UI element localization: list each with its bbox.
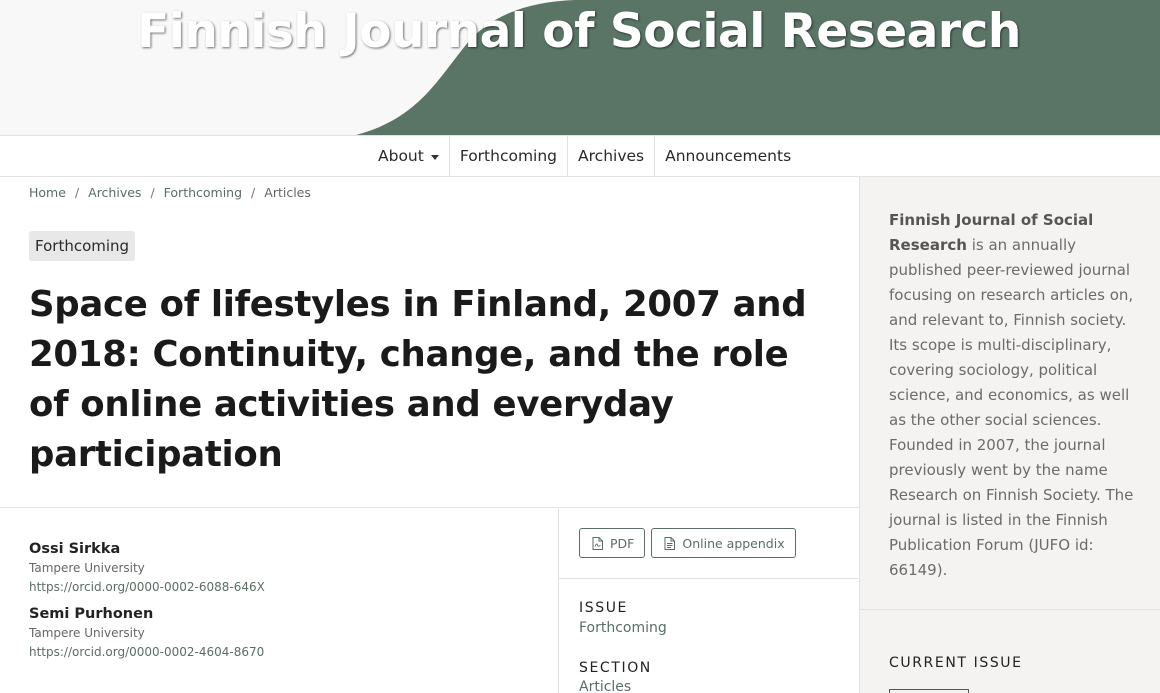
author-list: Ossi Sirkka Tampere University https://o…	[29, 540, 549, 670]
journal-description: Finnish Journal of Social Research is an…	[889, 208, 1139, 583]
issue-label: ISSUE	[579, 600, 628, 616]
nav-item-announcements[interactable]: Announcements	[655, 136, 801, 176]
previous-name-text: Research on Finnish Society	[889, 486, 1096, 504]
author-name: Ossi Sirkka	[29, 541, 121, 557]
breadcrumb-separator: /	[251, 185, 256, 200]
journal-description-text: is an annually published peer-reviewed j…	[889, 236, 1134, 479]
section-value: Articles	[579, 679, 632, 693]
section-label: SECTION	[579, 660, 652, 676]
pdf-galley-button[interactable]: PDF	[579, 528, 646, 558]
author-item: Semi Purhonen Tampere University https:/…	[29, 605, 549, 661]
document-icon	[664, 536, 676, 550]
breadcrumb-forthcoming[interactable]: Forthcoming	[164, 185, 242, 200]
status-badge: Forthcoming	[29, 231, 136, 261]
nav-item-label: Forthcoming	[459, 147, 558, 165]
divider	[559, 578, 859, 579]
online-appendix-galley-button[interactable]: Online appendix	[651, 528, 796, 558]
breadcrumb-separator: /	[150, 185, 155, 200]
breadcrumb-home[interactable]: Home	[29, 185, 66, 200]
nav-item-label: Archives	[578, 147, 645, 165]
nav-item-about[interactable]: About	[368, 136, 450, 176]
current-issue-heading: CURRENT ISSUE	[889, 655, 1023, 671]
current-issue-cover[interactable]	[889, 689, 969, 693]
author-affiliation: Tampere University	[29, 626, 145, 640]
galley-label: PDF	[610, 535, 635, 551]
breadcrumb-current: Articles	[264, 185, 311, 200]
nav-item-forthcoming[interactable]: Forthcoming	[450, 136, 569, 176]
divider	[0, 507, 859, 508]
issue-link[interactable]: Forthcoming	[579, 620, 667, 636]
caret-down-icon	[430, 154, 439, 160]
author-orcid-link[interactable]: https://orcid.org/0000-0002-4604-8670	[29, 643, 549, 661]
nav-item-archives[interactable]: Archives	[568, 136, 656, 176]
nav-item-label: Announcements	[665, 147, 792, 165]
site-header: Finnish Journal of Social Research	[0, 0, 1160, 135]
breadcrumb-separator: /	[74, 185, 80, 200]
main-content: Home / Archives / Forthcoming / Articles…	[0, 177, 859, 693]
galley-label: Online appendix	[682, 535, 785, 551]
breadcrumb-archives[interactable]: Archives	[88, 185, 141, 200]
pdf-file-icon	[592, 536, 603, 550]
author-name: Semi Purhonen	[29, 606, 154, 622]
breadcrumb: Home / Archives / Forthcoming / Articles	[29, 185, 311, 200]
author-affiliation: Tampere University	[29, 561, 145, 575]
galley-links: PDF Online appendix	[579, 528, 796, 558]
author-orcid-link[interactable]: https://orcid.org/0000-0002-6088-646X	[29, 578, 549, 596]
site-title[interactable]: Finnish Journal of Social Research	[0, 4, 1160, 59]
primary-nav: About Forthcoming Archives Announcements	[0, 135, 1160, 177]
article-title: Space of lifestyles in Finland, 2007 and…	[29, 284, 807, 475]
sidebar: Finnish Journal of Social Research is an…	[859, 177, 1160, 693]
author-item: Ossi Sirkka Tampere University https://o…	[29, 540, 549, 596]
divider	[860, 609, 1160, 610]
column-divider	[558, 508, 559, 693]
nav-item-label: About	[378, 147, 424, 165]
